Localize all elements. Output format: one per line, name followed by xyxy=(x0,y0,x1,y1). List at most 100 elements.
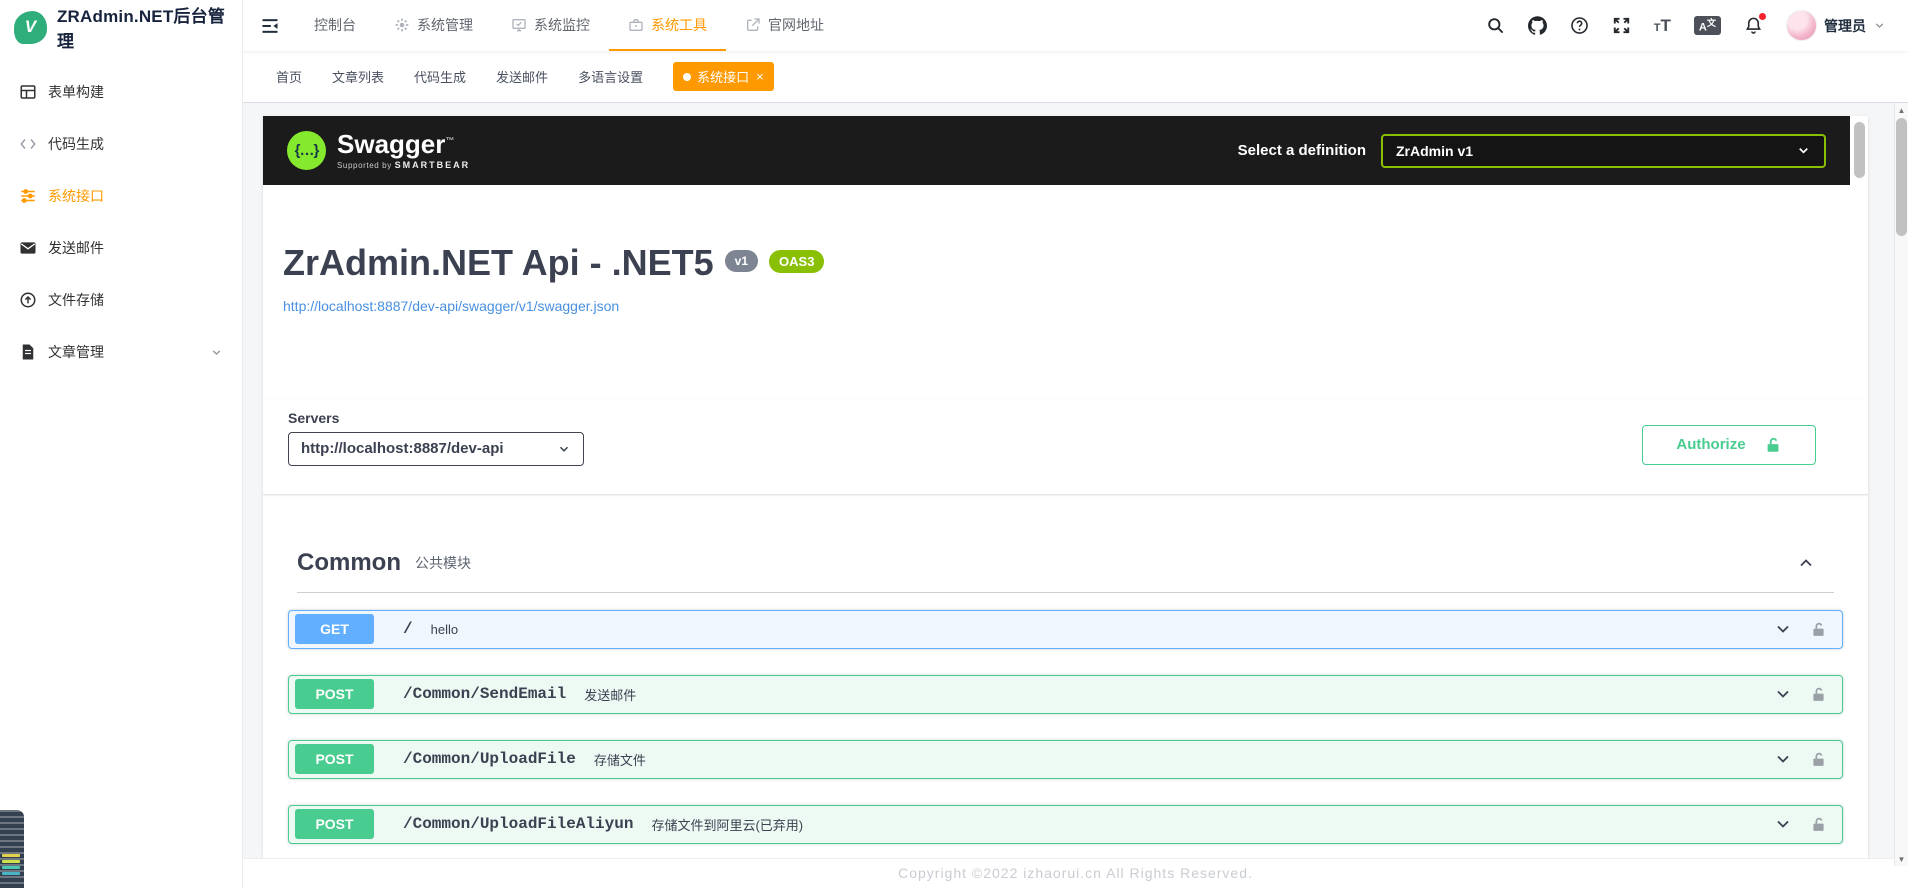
chevron-down-icon[interactable] xyxy=(1773,684,1793,704)
notification-badge xyxy=(1759,13,1766,20)
search-icon[interactable] xyxy=(1486,16,1505,35)
sliders-icon xyxy=(19,187,37,205)
tab-system-api[interactable]: 系统接口 × xyxy=(673,62,774,91)
tab-article-list[interactable]: 文章列表 xyxy=(332,67,384,86)
upload-icon xyxy=(19,291,37,309)
operation-path: / xyxy=(403,620,413,638)
sidebar-item-system-api[interactable]: 系统接口 xyxy=(0,170,242,222)
chevron-down-icon[interactable] xyxy=(1773,749,1793,769)
sidebar: V ZRAdmin.NET后台管理 表单构建 代码生成 系统接口 发送邮件 xyxy=(0,0,243,888)
definition-select[interactable]: ZrAdmin v1 xyxy=(1381,134,1826,168)
swagger-logo: {…} Swagger™ Supported by SMARTBEAR xyxy=(287,131,470,170)
github-icon[interactable] xyxy=(1528,16,1547,35)
scrollbar-thumb[interactable] xyxy=(1854,122,1865,178)
sidebar-item-send-email[interactable]: 发送邮件 xyxy=(0,222,242,274)
envelope-icon xyxy=(19,239,37,257)
sidebar-item-label: 表单构建 xyxy=(48,82,104,102)
swagger-topbar: {…} Swagger™ Supported by SMARTBEAR Sele… xyxy=(263,116,1850,185)
api-info: ZrAdmin.NET Api - .NET5 v1 OAS3 http://l… xyxy=(263,185,1868,316)
nav-item-label: 系统监控 xyxy=(534,15,590,35)
navbar-actions: TT A文 管理员 xyxy=(1486,10,1908,41)
sidebar-item-form-builder[interactable]: 表单构建 xyxy=(0,66,242,118)
font-size-icon[interactable]: TT xyxy=(1654,17,1671,35)
page-scrollbar[interactable]: ▲ ▼ xyxy=(1894,103,1908,866)
spec-url-link[interactable]: http://localhost:8887/dev-api/swagger/v1… xyxy=(283,298,619,314)
scroll-up-arrow[interactable]: ▲ xyxy=(1895,103,1908,117)
definition-selector: Select a definition ZrAdmin v1 xyxy=(1238,134,1826,168)
sidebar-item-label: 文章管理 xyxy=(48,342,104,362)
help-icon[interactable] xyxy=(1570,16,1589,35)
language-icon[interactable]: A文 xyxy=(1694,16,1721,36)
tab-home[interactable]: 首页 xyxy=(276,67,302,86)
tab-label: 多语言设置 xyxy=(578,67,643,86)
chevron-down-icon[interactable] xyxy=(1773,619,1793,639)
page-footer: Copyright ©2022 izhaorui.cn All Rights R… xyxy=(243,858,1908,888)
sidebar-item-article-mgmt[interactable]: 文章管理 xyxy=(0,326,242,378)
operation-row[interactable]: GET / hello xyxy=(288,610,1843,649)
unlock-icon[interactable] xyxy=(1810,686,1827,703)
swagger-logo-subtext: Supported by SMARTBEAR xyxy=(337,160,470,170)
nav-item-official-site[interactable]: 官网地址 xyxy=(726,0,843,51)
gear-icon xyxy=(394,17,410,33)
definition-label: Select a definition xyxy=(1238,142,1366,159)
app-logo-letter: V xyxy=(25,17,36,37)
version-badge: v1 xyxy=(725,250,758,272)
sidebar-item-file-storage[interactable]: 文件存储 xyxy=(0,274,242,326)
swagger-logo-text: Swagger™ xyxy=(337,131,470,157)
chevron-down-icon[interactable] xyxy=(1773,814,1793,834)
servers-label: Servers xyxy=(288,410,1843,426)
server-select[interactable]: http://localhost:8887/dev-api xyxy=(288,432,584,466)
tab-label: 代码生成 xyxy=(414,67,466,86)
method-badge: POST xyxy=(295,679,374,709)
scroll-down-arrow[interactable]: ▼ xyxy=(1895,852,1908,866)
user-menu[interactable]: 管理员 xyxy=(1786,10,1886,41)
notifications-bell-icon[interactable] xyxy=(1744,16,1763,35)
unlock-icon[interactable] xyxy=(1810,751,1827,768)
operation-summary: 存储文件到阿里云(已弃用) xyxy=(651,815,803,834)
top-menu: 控制台 系统管理 系统监控 系统工具 官网地址 xyxy=(295,0,843,51)
definition-value: ZrAdmin v1 xyxy=(1396,143,1473,159)
document-icon xyxy=(19,343,37,361)
section-title: Common xyxy=(297,549,401,577)
main-content: {…} Swagger™ Supported by SMARTBEAR Sele… xyxy=(243,103,1908,858)
swagger-scrollbar[interactable] xyxy=(1853,116,1866,356)
operation-path: /Common/SendEmail xyxy=(403,685,566,703)
sidebar-item-label: 发送邮件 xyxy=(48,238,104,258)
sidebar-item-code-gen[interactable]: 代码生成 xyxy=(0,118,242,170)
nav-item-label: 官网地址 xyxy=(768,15,824,35)
sidebar-item-label: 文件存储 xyxy=(48,290,104,310)
authorize-button[interactable]: Authorize xyxy=(1642,425,1816,465)
nav-item-system-mgmt[interactable]: 系统管理 xyxy=(375,0,492,51)
sidebar-menu: 表单构建 代码生成 系统接口 发送邮件 文件存储 xyxy=(0,54,242,378)
unlock-icon[interactable] xyxy=(1810,621,1827,638)
close-icon[interactable]: × xyxy=(756,70,764,83)
unlock-icon[interactable] xyxy=(1810,816,1827,833)
sidebar-collapse-icon[interactable] xyxy=(243,16,295,36)
fullscreen-icon[interactable] xyxy=(1612,16,1631,35)
devtools-toggle[interactable] xyxy=(0,810,24,888)
toolbox-icon xyxy=(628,17,644,33)
unlock-icon xyxy=(1764,436,1782,454)
chevron-up-icon[interactable] xyxy=(1796,553,1816,573)
section-description: 公共模块 xyxy=(415,553,471,573)
tab-multilang[interactable]: 多语言设置 xyxy=(578,67,643,86)
operation-summary: hello xyxy=(431,622,458,637)
nav-item-system-monitor[interactable]: 系统监控 xyxy=(492,0,609,51)
code-icon xyxy=(19,135,37,153)
nav-item-system-tools[interactable]: 系统工具 xyxy=(609,0,726,51)
scrollbar-thumb[interactable] xyxy=(1896,118,1907,236)
tag-section-header[interactable]: Common 公共模块 xyxy=(297,541,1834,593)
server-value: http://localhost:8887/dev-api xyxy=(301,440,504,457)
monitor-icon xyxy=(511,17,527,33)
operation-row[interactable]: POST /Common/UploadFile 存储文件 xyxy=(288,740,1843,779)
nav-item-console[interactable]: 控制台 xyxy=(295,0,375,51)
external-link-icon xyxy=(745,17,761,33)
operation-row[interactable]: POST /Common/UploadFileAliyun 存储文件到阿里云(已… xyxy=(288,805,1843,844)
chevron-down-icon xyxy=(1796,143,1811,158)
tab-send-email[interactable]: 发送邮件 xyxy=(496,67,548,86)
operation-row[interactable]: POST /Common/SendEmail 发送邮件 xyxy=(288,675,1843,714)
tab-label: 文章列表 xyxy=(332,67,384,86)
app-logo-icon: V xyxy=(14,11,47,44)
avatar[interactable] xyxy=(1786,10,1817,41)
tab-code-gen[interactable]: 代码生成 xyxy=(414,67,466,86)
